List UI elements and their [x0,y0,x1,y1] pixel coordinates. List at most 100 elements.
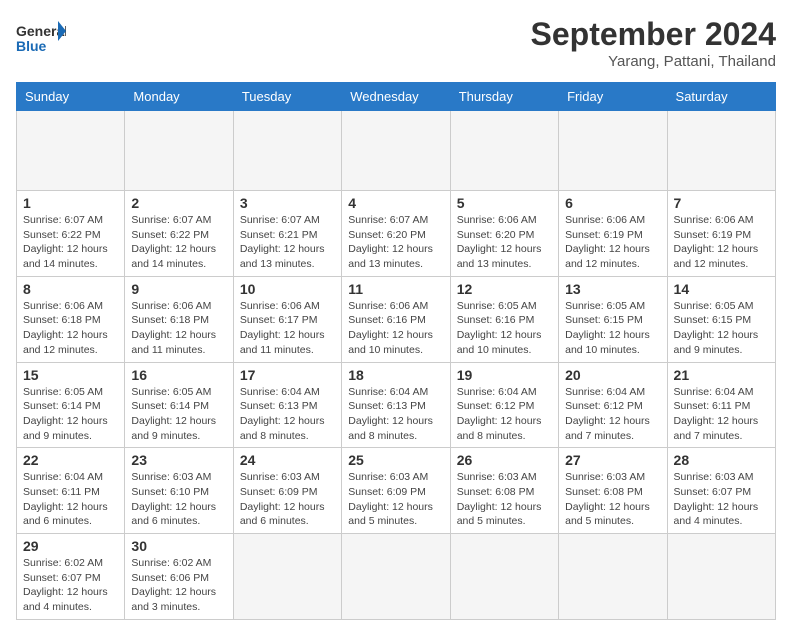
day-info: Sunrise: 6:02 AMSunset: 6:06 PMDaylight:… [131,556,226,615]
day-info: Sunrise: 6:07 AMSunset: 6:22 PMDaylight:… [131,213,226,272]
header-wednesday: Wednesday [342,83,450,111]
table-row: 26 Sunrise: 6:03 AMSunset: 6:08 PMDayligh… [450,448,558,534]
day-number: 18 [348,367,443,383]
day-number: 21 [674,367,769,383]
table-row [342,534,450,620]
day-info: Sunrise: 6:04 AMSunset: 6:12 PMDaylight:… [457,385,552,444]
table-row: 8Sunrise: 6:06 AMSunset: 6:18 PMDaylight… [17,276,125,362]
day-number: 27 [565,452,660,468]
day-info: Sunrise: 6:07 AMSunset: 6:20 PMDaylight:… [348,213,443,272]
day-info: Sunrise: 6:03 AMSunset: 6:09 PMDaylight:… [348,470,443,529]
day-info: Sunrise: 6:05 AMSunset: 6:15 PMDaylight:… [565,299,660,358]
day-number: 4 [348,195,443,211]
table-row: 21 Sunrise: 6:04 AMSunset: 6:11 PMDayligh… [667,362,775,448]
table-row: 28 Sunrise: 6:03 AMSunset: 6:07 PMDayligh… [667,448,775,534]
day-number: 15 [23,367,118,383]
day-number: 25 [348,452,443,468]
table-row [667,111,775,191]
day-info: Sunrise: 6:03 AMSunset: 6:08 PMDaylight:… [457,470,552,529]
day-info: Sunrise: 6:04 AMSunset: 6:13 PMDaylight:… [348,385,443,444]
table-row [17,111,125,191]
day-number: 11 [348,281,443,297]
table-row [559,111,667,191]
table-row: 20 Sunrise: 6:04 AMSunset: 6:12 PMDayligh… [559,362,667,448]
table-row: 30 Sunrise: 6:02 AMSunset: 6:06 PMDayligh… [125,534,233,620]
header-monday: Monday [125,83,233,111]
day-info: Sunrise: 6:05 AMSunset: 6:14 PMDaylight:… [23,385,118,444]
day-number: 2 [131,195,226,211]
day-number: 12 [457,281,552,297]
day-info: Sunrise: 6:04 AMSunset: 6:11 PMDaylight:… [23,470,118,529]
table-row: 11 Sunrise: 6:06 AMSunset: 6:16 PMDayligh… [342,276,450,362]
table-row: 23Sunrise: 6:03 AMSunset: 6:10 PMDayligh… [125,448,233,534]
day-number: 10 [240,281,335,297]
day-number: 1 [23,195,118,211]
table-row: 17 Sunrise: 6:04 AMSunset: 6:13 PMDayligh… [233,362,341,448]
day-info: Sunrise: 6:06 AMSunset: 6:19 PMDaylight:… [674,213,769,272]
day-number: 28 [674,452,769,468]
day-number: 8 [23,281,118,297]
day-info: Sunrise: 6:04 AMSunset: 6:12 PMDaylight:… [565,385,660,444]
day-info: Sunrise: 6:03 AMSunset: 6:08 PMDaylight:… [565,470,660,529]
table-row [342,111,450,191]
svg-text:Blue: Blue [16,38,47,54]
day-info: Sunrise: 6:06 AMSunset: 6:18 PMDaylight:… [131,299,226,358]
table-row: 15 Sunrise: 6:05 AMSunset: 6:14 PMDayligh… [17,362,125,448]
table-row: 2 Sunrise: 6:07 AMSunset: 6:22 PMDaylight… [125,191,233,277]
day-info: Sunrise: 6:03 AMSunset: 6:07 PMDaylight:… [674,470,769,529]
day-info: Sunrise: 6:04 AMSunset: 6:11 PMDaylight:… [674,385,769,444]
day-info: Sunrise: 6:03 AMSunset: 6:09 PMDaylight:… [240,470,335,529]
header-saturday: Saturday [667,83,775,111]
header-thursday: Thursday [450,83,558,111]
day-info: Sunrise: 6:04 AMSunset: 6:13 PMDaylight:… [240,385,335,444]
table-row [450,111,558,191]
table-row [233,534,341,620]
day-info: Sunrise: 6:07 AMSunset: 6:22 PMDaylight:… [23,213,118,272]
day-info: Sunrise: 6:02 AMSunset: 6:07 PMDaylight:… [23,556,118,615]
logo-icon: General Blue [16,16,66,56]
day-number: 9 [131,281,226,297]
logo: General Blue [16,16,68,56]
table-row [125,111,233,191]
table-row: 4 Sunrise: 6:07 AMSunset: 6:20 PMDaylight… [342,191,450,277]
calendar-table: Sunday Monday Tuesday Wednesday Thursday… [16,82,776,620]
day-info: Sunrise: 6:06 AMSunset: 6:16 PMDaylight:… [348,299,443,358]
day-number: 19 [457,367,552,383]
table-row: 19 Sunrise: 6:04 AMSunset: 6:12 PMDayligh… [450,362,558,448]
table-row: 12 Sunrise: 6:05 AMSunset: 6:16 PMDayligh… [450,276,558,362]
table-row: 22 Sunrise: 6:04 AMSunset: 6:11 PMDayligh… [17,448,125,534]
day-info: Sunrise: 6:06 AMSunset: 6:17 PMDaylight:… [240,299,335,358]
day-info: Sunrise: 6:05 AMSunset: 6:14 PMDaylight:… [131,385,226,444]
day-number: 26 [457,452,552,468]
day-number: 16 [131,367,226,383]
day-number: 3 [240,195,335,211]
day-info: Sunrise: 6:05 AMSunset: 6:16 PMDaylight:… [457,299,552,358]
day-info: Sunrise: 6:07 AMSunset: 6:21 PMDaylight:… [240,213,335,272]
day-number: 22 [23,452,118,468]
day-number: 29 [23,538,118,554]
day-number: 20 [565,367,660,383]
day-number: 7 [674,195,769,211]
table-row: 13Sunrise: 6:05 AMSunset: 6:15 PMDayligh… [559,276,667,362]
day-info: Sunrise: 6:06 AMSunset: 6:20 PMDaylight:… [457,213,552,272]
table-row: 5Sunrise: 6:06 AMSunset: 6:20 PMDaylight… [450,191,558,277]
table-row: 27 Sunrise: 6:03 AMSunset: 6:08 PMDayligh… [559,448,667,534]
table-row [667,534,775,620]
day-number: 23 [131,452,226,468]
table-row [450,534,558,620]
table-row: 29 Sunrise: 6:02 AMSunset: 6:07 PMDayligh… [17,534,125,620]
day-number: 14 [674,281,769,297]
header-sunday: Sunday [17,83,125,111]
title-section: September 2024 Yarang, Pattani, Thailand [531,16,776,70]
day-number: 17 [240,367,335,383]
day-number: 30 [131,538,226,554]
table-row: 7 Sunrise: 6:06 AMSunset: 6:19 PMDaylight… [667,191,775,277]
day-info: Sunrise: 6:06 AMSunset: 6:19 PMDaylight:… [565,213,660,272]
page-header: General Blue September 2024 Yarang, Patt… [16,16,776,70]
table-row: 16 Sunrise: 6:05 AMSunset: 6:14 PMDayligh… [125,362,233,448]
table-row: 1 Sunrise: 6:07 AMSunset: 6:22 PMDaylight… [17,191,125,277]
table-row: 24Sunrise: 6:03 AMSunset: 6:09 PMDayligh… [233,448,341,534]
month-title: September 2024 [531,16,776,53]
table-row: 18 Sunrise: 6:04 AMSunset: 6:13 PMDayligh… [342,362,450,448]
calendar-header-row: Sunday Monday Tuesday Wednesday Thursday… [17,83,776,111]
